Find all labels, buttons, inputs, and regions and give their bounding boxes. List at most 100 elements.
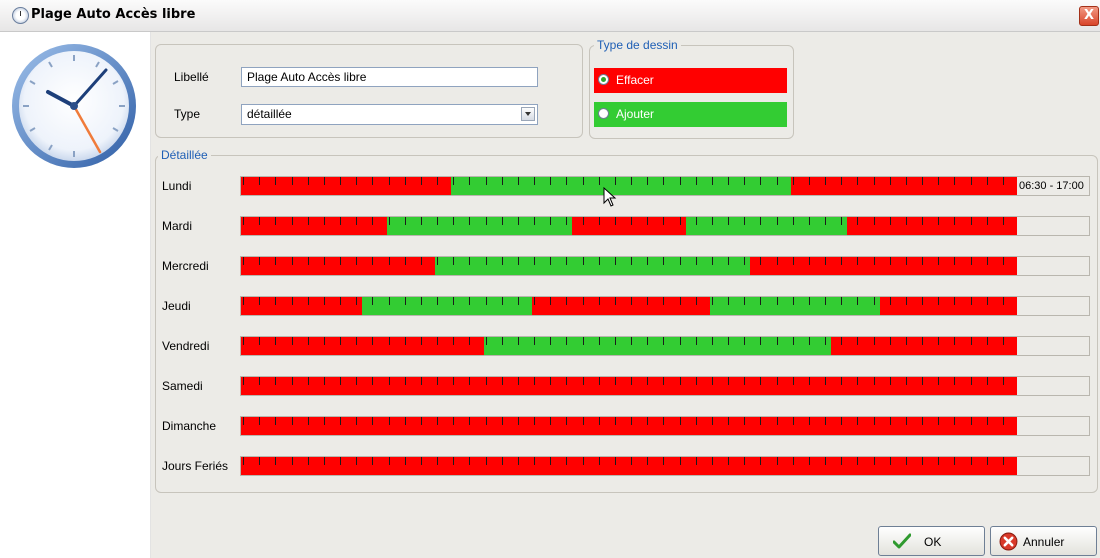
active-range[interactable]	[435, 257, 751, 275]
half-hour-tick	[469, 297, 471, 305]
schedule-track[interactable]	[240, 456, 1090, 476]
half-hour-tick	[243, 457, 244, 465]
half-hour-tick	[614, 417, 616, 425]
half-hour-tick	[501, 297, 503, 305]
half-hour-tick	[873, 377, 875, 385]
schedule-track[interactable]	[240, 256, 1090, 276]
half-hour-tick	[776, 377, 778, 385]
half-hour-tick	[566, 257, 568, 265]
half-hour-tick	[825, 177, 826, 185]
half-hour-tick	[307, 177, 309, 185]
half-hour-tick	[760, 337, 762, 345]
ok-button[interactable]: OK	[878, 526, 985, 556]
half-hour-tick	[566, 177, 568, 185]
half-hour-tick	[905, 457, 907, 465]
title-bar[interactable]: Plage Auto Accès libre X	[0, 0, 1100, 32]
half-hour-tick	[679, 457, 681, 465]
half-hour-tick	[825, 337, 826, 345]
half-hour-tick	[372, 417, 374, 425]
half-hour-tick	[356, 297, 358, 305]
day-label: Vendredi	[162, 339, 210, 353]
half-hour-tick	[954, 337, 956, 345]
half-hour-tick	[323, 257, 325, 265]
range-text: 06:30 - 17:00	[1019, 180, 1084, 192]
type-select[interactable]: détaillée	[241, 104, 538, 125]
half-hour-tick	[808, 417, 810, 425]
half-hour-tick	[517, 297, 519, 305]
half-hour-tick	[323, 377, 325, 385]
schedule-bar[interactable]	[241, 417, 1017, 435]
half-hour-tick	[420, 297, 422, 305]
effacer-radio[interactable]	[598, 74, 609, 85]
half-hour-tick	[825, 217, 826, 225]
half-hour-tick	[711, 417, 713, 425]
half-hour-tick	[566, 297, 568, 305]
half-hour-tick	[259, 457, 261, 465]
half-hour-tick	[647, 217, 649, 225]
close-button[interactable]: X	[1079, 6, 1099, 26]
half-hour-tick	[986, 417, 988, 425]
type-select-value: détaillée	[247, 107, 292, 121]
half-hour-tick	[695, 457, 697, 465]
half-hour-tick	[825, 257, 826, 265]
chevron-down-icon[interactable]	[521, 107, 535, 121]
schedule-bar[interactable]	[241, 177, 1017, 195]
half-hour-tick	[857, 417, 859, 425]
schedule-track[interactable]	[240, 336, 1090, 356]
active-range[interactable]	[709, 297, 880, 315]
half-hour-tick	[954, 177, 956, 185]
half-hour-tick	[259, 257, 261, 265]
libelle-field[interactable]: Plage Auto Accès libre	[241, 67, 538, 87]
half-hour-tick	[905, 257, 907, 265]
half-hour-tick	[986, 177, 988, 185]
half-hour-tick	[388, 257, 390, 265]
schedule-bar[interactable]	[241, 297, 1017, 315]
half-hour-tick	[275, 257, 277, 265]
schedule-bar[interactable]	[241, 337, 1017, 355]
half-hour-tick	[485, 177, 487, 185]
half-hour-tick	[647, 177, 649, 185]
half-hour-tick	[873, 457, 875, 465]
effacer-option[interactable]: Effacer	[594, 68, 787, 93]
schedule-track[interactable]	[240, 216, 1090, 236]
half-hour-tick	[857, 177, 859, 185]
ajouter-radio[interactable]	[598, 108, 609, 119]
schedule-bar[interactable]	[241, 457, 1017, 475]
clock-icon	[12, 44, 136, 168]
schedule-track[interactable]: 06:30 - 17:00	[240, 176, 1090, 196]
half-hour-tick	[792, 337, 794, 345]
ajouter-option[interactable]: Ajouter	[594, 102, 787, 127]
cancel-button[interactable]: Annuler	[990, 526, 1097, 556]
active-range[interactable]	[386, 217, 573, 235]
schedule-bar[interactable]	[241, 257, 1017, 275]
half-hour-tick	[469, 417, 471, 425]
half-hour-tick	[582, 177, 584, 185]
schedule-track[interactable]	[240, 296, 1090, 316]
half-hour-tick	[728, 417, 729, 425]
half-hour-tick	[469, 257, 471, 265]
clock-icon	[12, 7, 29, 24]
half-hour-tick	[711, 297, 713, 305]
side-panel	[0, 32, 151, 558]
active-range[interactable]	[483, 337, 832, 355]
half-hour-tick	[259, 417, 261, 425]
day-label: Mardi	[162, 219, 193, 233]
half-hour-tick	[954, 417, 956, 425]
half-hour-tick	[905, 177, 907, 185]
schedule-track[interactable]	[240, 376, 1090, 396]
half-hour-tick	[970, 257, 972, 265]
half-hour-tick	[340, 217, 341, 225]
schedule-bar[interactable]	[241, 377, 1017, 395]
active-range[interactable]	[685, 217, 848, 235]
half-hour-tick	[259, 217, 261, 225]
half-hour-tick	[614, 337, 616, 345]
schedule-track[interactable]	[240, 416, 1090, 436]
half-hour-tick	[259, 337, 261, 345]
half-hour-tick	[517, 177, 519, 185]
half-hour-tick	[663, 457, 665, 465]
half-hour-tick	[453, 297, 455, 305]
schedule-bar[interactable]	[241, 217, 1017, 235]
ok-label: OK	[924, 535, 942, 549]
half-hour-tick	[501, 217, 503, 225]
half-hour-tick	[792, 377, 794, 385]
